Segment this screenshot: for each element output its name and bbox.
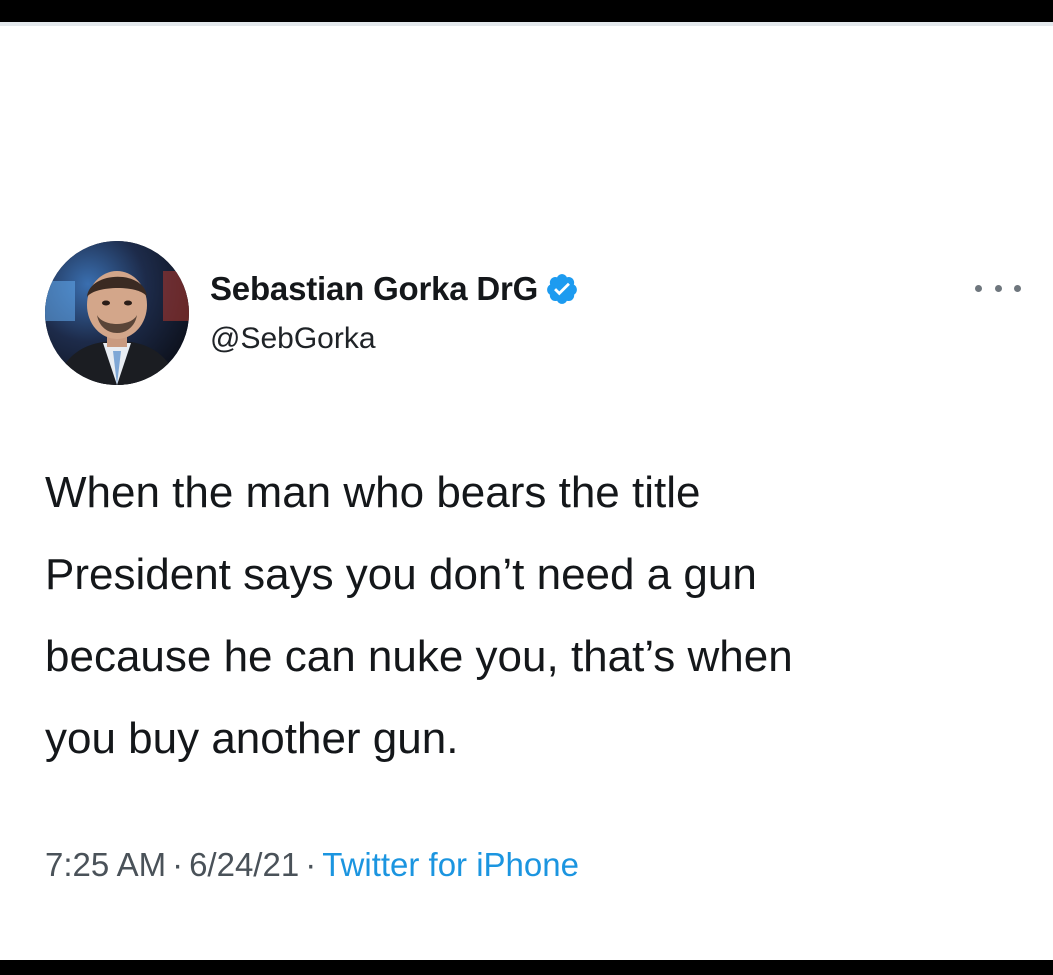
avatar-image (45, 241, 189, 385)
tweet-meta: 7:25 AM · 6/24/21 · Twitter for iPhone (45, 846, 579, 884)
tweet-text-line: When the man who bears the title (45, 468, 701, 517)
meta-separator: · (305, 846, 317, 883)
verified-badge-icon (545, 272, 579, 306)
author-handle[interactable]: @SebGorka (210, 322, 376, 356)
tweet-source-link[interactable]: Twitter for iPhone (322, 846, 579, 883)
more-dot (994, 284, 1002, 292)
more-options-icon[interactable] (975, 278, 1021, 298)
tweet-date[interactable]: 6/24/21 (189, 846, 299, 883)
author-name-row[interactable]: Sebastian Gorka DrG (210, 266, 579, 312)
tweet-text-line: you buy another gun. (45, 714, 459, 763)
author-display-name[interactable]: Sebastian Gorka DrG (210, 270, 538, 308)
more-dot (1014, 284, 1021, 292)
tweet-text-line: President says you don’t need a gun (45, 550, 757, 599)
avatar[interactable] (45, 241, 189, 385)
meta-separator: · (172, 846, 184, 883)
tweet-text: When the man who bears the title Preside… (45, 452, 1035, 780)
bottom-frame-bar (0, 960, 1053, 975)
tweet-text-line: because he can nuke you, that’s when (45, 632, 793, 681)
tweet-card: Sebastian Gorka DrG @SebGorka When the m… (0, 22, 1053, 960)
more-dot (975, 284, 982, 292)
top-frame-bar (0, 0, 1053, 22)
tweet-time[interactable]: 7:25 AM (45, 846, 166, 883)
